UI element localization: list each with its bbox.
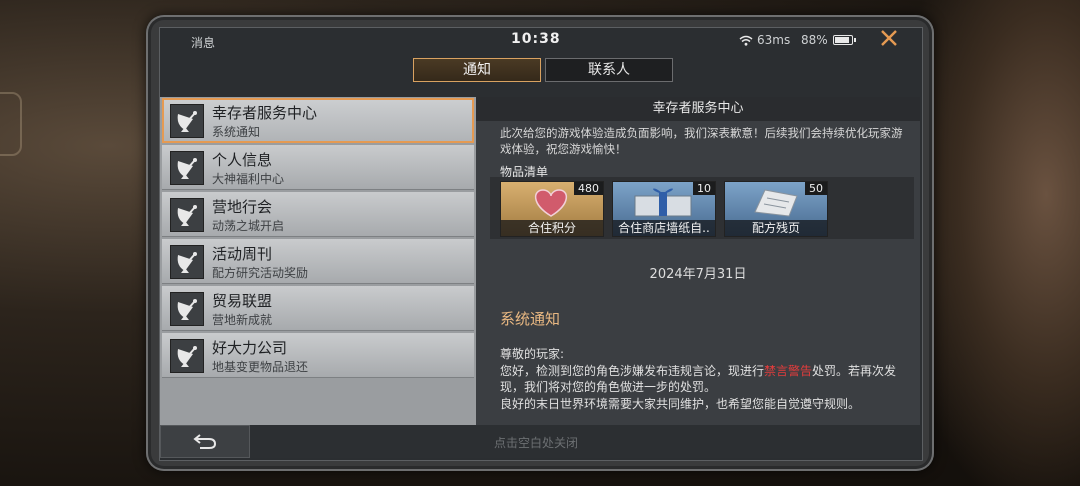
tab-contacts[interactable]: 联系人 bbox=[545, 58, 673, 82]
message-content: 幸存者服务中心 此次给您的游戏体验造成负面影响，我们深表歉意！后续我们会持续优化… bbox=[476, 97, 920, 425]
sidebar-item[interactable]: 营地行会动荡之城开启 bbox=[162, 192, 474, 237]
section-title: 系统通知 bbox=[500, 310, 561, 328]
sidebar-item-subtitle: 动荡之城开启 bbox=[212, 219, 285, 233]
sidebar-item-name: 幸存者服务中心 bbox=[212, 104, 318, 122]
battery-icon bbox=[832, 35, 856, 45]
status-bar: 消息 10:38 63ms 88% bbox=[159, 27, 921, 57]
bottom-bar: 点击空白处关闭 bbox=[160, 425, 920, 458]
reward-count: 10 bbox=[693, 182, 715, 195]
battery-percent: 88% bbox=[801, 33, 828, 47]
message-title: 幸存者服务中心 bbox=[476, 97, 920, 121]
clock: 10:38 bbox=[511, 31, 561, 47]
greeting: 尊敬的玩家: bbox=[500, 347, 565, 361]
sidebar-item-name: 个人信息 bbox=[212, 151, 273, 169]
satellite-dish-icon bbox=[170, 245, 204, 279]
tab-bar: 通知 联系人 bbox=[413, 58, 673, 82]
window-title: 消息 bbox=[191, 36, 216, 50]
close-button[interactable] bbox=[877, 29, 901, 53]
warning-text: 禁言警告 bbox=[764, 363, 813, 378]
close-icon bbox=[881, 30, 897, 46]
satellite-dish-icon bbox=[170, 292, 204, 326]
sidebar-item-subtitle: 地基变更物品退还 bbox=[212, 360, 309, 374]
reward-count: 480 bbox=[574, 182, 603, 195]
sidebar-item-subtitle: 配方研究活动奖励 bbox=[212, 266, 309, 280]
sidebar-item[interactable]: 个人信息大神福利中心 bbox=[162, 145, 474, 190]
back-button[interactable] bbox=[160, 425, 250, 458]
message-line-1: 您好，检测到您的角色涉嫌发布违规言论，现进行禁言警告处罚。若再次发现，我们将对您… bbox=[500, 363, 897, 395]
sidebar-item[interactable]: 好大力公司地基变更物品退还 bbox=[162, 333, 474, 378]
message-date: 2024年7月31日 bbox=[649, 267, 747, 282]
background-glow bbox=[910, 0, 1080, 486]
reward-item[interactable]: 50 配方残页 bbox=[724, 181, 828, 237]
sidebar-item[interactable]: 活动周刊配方研究活动奖励 bbox=[162, 239, 474, 284]
satellite-dish-icon bbox=[170, 198, 204, 232]
satellite-dish-icon bbox=[170, 151, 204, 185]
sidebar-item-subtitle: 大神福利中心 bbox=[212, 172, 285, 186]
back-arrow-icon bbox=[193, 434, 217, 449]
reward-label: 配方残页 bbox=[725, 220, 827, 236]
sidebar-item-name: 贸易联盟 bbox=[212, 292, 273, 310]
reward-count: 50 bbox=[805, 182, 827, 195]
ping-value: 63ms bbox=[757, 33, 791, 47]
sidebar-item-subtitle: 系统通知 bbox=[212, 125, 261, 139]
wifi-icon bbox=[739, 35, 753, 46]
satellite-dish-icon bbox=[170, 339, 204, 373]
sidebar-item[interactable]: 贸易联盟 营地新成就 bbox=[162, 286, 474, 331]
reward-item[interactable]: 10 合住商店墙纸自.. bbox=[612, 181, 716, 237]
sidebar-item-name: 好大力公司 bbox=[212, 339, 288, 357]
sidebar-item[interactable]: 幸存者服务中心系统通知 bbox=[162, 98, 474, 143]
reward-items: 480 合住积分 10 合住商店墙纸自.. 50 配方残页 bbox=[490, 177, 914, 239]
background-ring bbox=[0, 92, 22, 156]
sidebar-item-name: 营地行会 bbox=[212, 198, 273, 216]
network-status: 63ms bbox=[739, 33, 790, 47]
reward-label: 合住积分 bbox=[501, 220, 603, 236]
sidebar-item-name: 活动周刊 bbox=[212, 245, 273, 263]
reward-item[interactable]: 480 合住积分 bbox=[500, 181, 604, 237]
battery-status: 88% bbox=[801, 33, 856, 47]
sidebar-item-subtitle: 营地新成就 bbox=[212, 313, 273, 327]
message-line-2: 良好的末日世界环境需要大家共同维护，也希望您能自觉遵守规则。 bbox=[500, 396, 861, 411]
tab-notifications[interactable]: 通知 bbox=[413, 58, 541, 82]
reward-label: 合住商店墙纸自.. bbox=[613, 220, 715, 236]
sender-list: 幸存者服务中心系统通知个人信息大神福利中心营地行会动荡之城开启活动周刊配方研究活… bbox=[160, 97, 476, 425]
message-text: 尊敬的玩家: 您好，检测到您的角色涉嫌发布违规言论，现进行禁言警告处罚。若再次发… bbox=[500, 346, 910, 412]
satellite-dish-icon bbox=[170, 104, 204, 138]
close-hint[interactable]: 点击空白处关闭 bbox=[494, 434, 578, 451]
message-intro: 此次给您的游戏体验造成负面影响，我们深表歉意！后续我们会持续优化玩家游戏体验，祝… bbox=[500, 126, 903, 156]
